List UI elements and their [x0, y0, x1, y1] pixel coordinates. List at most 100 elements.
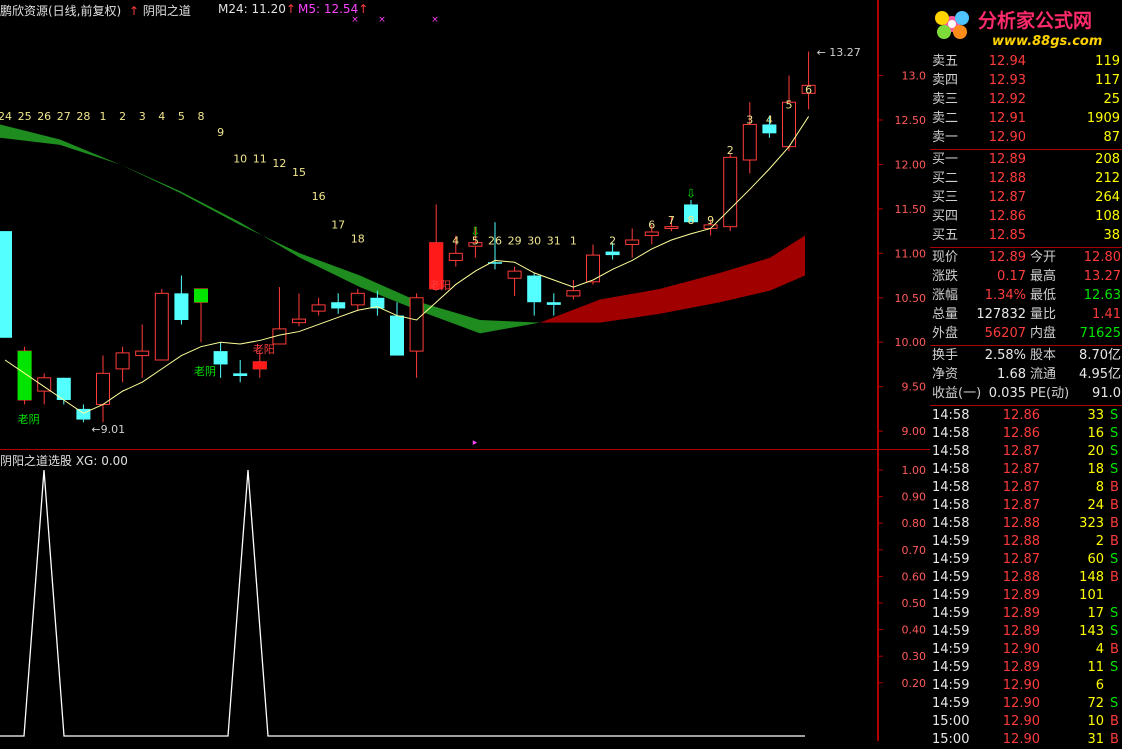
- count-label: 30: [527, 234, 541, 247]
- tick-price: 12.88: [1002, 516, 1040, 531]
- trade-tick-row: 14:58 12.88 323 B: [930, 515, 1122, 533]
- candle-body: [409, 297, 424, 352]
- cross-mark-icon: ×: [431, 15, 439, 25]
- yin-band: [0, 124, 540, 334]
- tick-volume: 6: [1095, 678, 1104, 693]
- candle: [115, 346, 130, 383]
- stat-label: 外盘: [932, 326, 959, 341]
- bid-row: 买三 12.87 264: [930, 189, 1122, 207]
- low-price-label: ←9.01: [91, 423, 125, 436]
- tick-side: S: [1110, 660, 1119, 675]
- tick-volume: 20: [1087, 444, 1104, 459]
- stat-value: 12.89: [988, 250, 1026, 265]
- separator: [930, 247, 1122, 248]
- indicator-chart[interactable]: [0, 450, 878, 741]
- indicator-tick-label: 0.60: [902, 570, 927, 583]
- candle-body: [507, 270, 522, 279]
- ask-volume: 117: [1095, 73, 1120, 88]
- tick-side: S: [1110, 606, 1119, 621]
- bid-row: 买四 12.86 108: [930, 208, 1122, 226]
- info-label: 净资: [932, 367, 959, 382]
- bid-row: 买一 12.89 208: [930, 151, 1122, 169]
- ask-price: 12.90: [988, 130, 1026, 145]
- count-label: 8: [198, 110, 205, 123]
- logo-url[interactable]: www.88gs.com: [992, 34, 1102, 49]
- signal-candle-body: [194, 288, 208, 303]
- indicator-tick-label: 0.20: [902, 677, 927, 690]
- candle: [233, 360, 248, 383]
- candle: [566, 280, 581, 300]
- candle: [292, 293, 306, 327]
- ask-row: 卖二 12.91 1909: [930, 110, 1122, 128]
- stat-row: 现价 12.89 今开 12.80: [930, 249, 1122, 267]
- tick-time: 14:58: [932, 408, 970, 423]
- tick-volume: 143: [1079, 624, 1104, 639]
- candle-body: [311, 304, 326, 312]
- price-tick-label: 12.50: [895, 114, 927, 127]
- bid-price: 12.85: [988, 228, 1026, 243]
- tick-side: B: [1110, 516, 1119, 531]
- signal-candle-body: [17, 351, 32, 400]
- tick-volume: 10: [1087, 714, 1104, 729]
- count-label: 25: [18, 110, 32, 123]
- bid-price: 12.89: [988, 152, 1026, 167]
- up-arrow-icon: ↑: [285, 2, 296, 16]
- tick-price: 12.90: [1002, 732, 1040, 747]
- tick-volume: 60: [1087, 552, 1104, 567]
- ask-label: 卖一: [932, 130, 959, 145]
- bid-price: 12.86: [988, 209, 1026, 224]
- info-value: 8.70亿: [1079, 348, 1121, 363]
- count-label: 11: [253, 153, 267, 166]
- candle-body: [723, 156, 738, 228]
- trade-tick-row: 14:59 12.88 148 B: [930, 569, 1122, 587]
- price-tick-label: 9.00: [902, 425, 927, 438]
- tick-side: S: [1110, 444, 1119, 459]
- trade-tick-row: 14:59 12.89 101: [930, 587, 1122, 605]
- candle-body: [96, 372, 110, 405]
- info-label: PE(动): [1030, 386, 1070, 401]
- stat-row: 涨跌 0.17 最高 13.27: [930, 268, 1122, 286]
- ask-row: 卖三 12.92 25: [930, 91, 1122, 109]
- count-label: 3: [746, 114, 753, 127]
- tick-volume: 72: [1087, 696, 1104, 711]
- quote-panel: 分析家公式网 www.88gs.com 卖五 12.94 119 卖四 12.93 117…: [930, 0, 1122, 747]
- ask-label: 卖二: [932, 111, 959, 126]
- down-arrow-icon: ⇩: [686, 186, 696, 200]
- separator: [930, 405, 1122, 406]
- candle: [390, 302, 404, 356]
- info-value: 2.58%: [984, 348, 1026, 363]
- indicator-tick-label: 0.30: [902, 650, 927, 663]
- count-label: 4: [158, 110, 165, 123]
- trade-tick-row: 14:58 12.86 33 S: [930, 407, 1122, 425]
- tick-price: 12.89: [1002, 606, 1040, 621]
- trade-tick-row: 15:00 12.90 31 B: [930, 731, 1122, 749]
- tick-time: 14:59: [932, 534, 970, 549]
- ask-volume: 25: [1103, 92, 1120, 107]
- indicator-tick-label: 0.70: [902, 544, 927, 557]
- yang-band: [540, 235, 805, 323]
- candle-body: [213, 351, 228, 365]
- stat-value: 13.27: [1083, 269, 1121, 284]
- stat-value: 12.63: [1083, 288, 1121, 303]
- trade-tick-row: 14:59 12.90 6: [930, 677, 1122, 695]
- tick-time: 14:58: [932, 498, 970, 513]
- high-price-label: ← 13.27: [817, 46, 861, 59]
- candlestick-chart[interactable]: 24 25 26 27 28 1 2 3 4 5 8910 11 1215161718 4 5 26 29 30 3…: [0, 0, 878, 450]
- stat-label: 涨幅: [932, 288, 959, 303]
- count-label: 4: [452, 234, 459, 247]
- tick-volume: 16: [1087, 426, 1104, 441]
- bid-volume: 108: [1095, 209, 1120, 224]
- candle: [154, 288, 169, 361]
- ask-volume: 87: [1103, 130, 1120, 145]
- stat-label: 最低: [1030, 288, 1057, 303]
- indicator-name[interactable]: 阴阳之道: [143, 4, 191, 18]
- m5-readout: M5: 12.54↑: [298, 2, 369, 16]
- candle-body: [174, 293, 189, 320]
- count-label: 9: [217, 126, 224, 139]
- up-arrow-icon: ↑: [129, 4, 140, 18]
- count-label: 26: [37, 110, 51, 123]
- candle-body: [546, 302, 561, 305]
- candle-body: [644, 231, 659, 237]
- stock-label: 鹏欣资源(日线,前复权): [0, 4, 122, 18]
- tick-volume: 18: [1087, 462, 1104, 477]
